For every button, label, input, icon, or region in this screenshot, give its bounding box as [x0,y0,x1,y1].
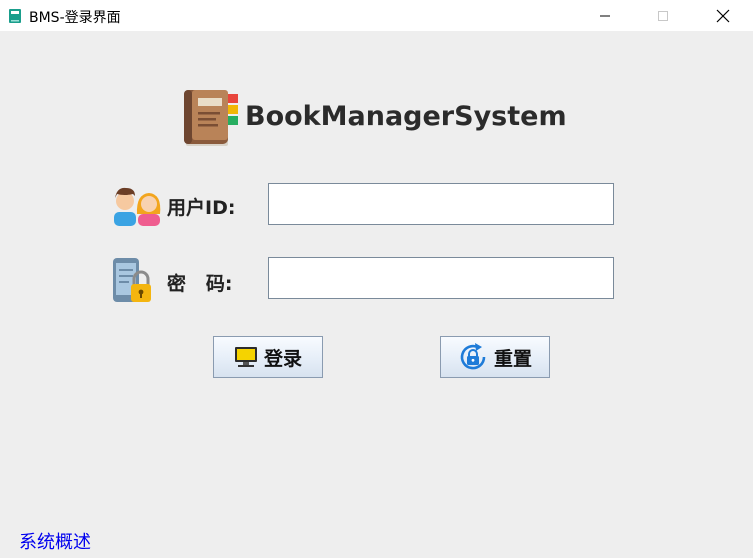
user-id-input[interactable] [268,183,614,225]
app-name-title: BookManagerSystem [245,101,567,132]
book-logo-icon [184,90,238,146]
maximize-icon [658,10,668,21]
users-icon [114,187,161,226]
reset-button[interactable]: 重置 [440,336,550,378]
window-title: BMS-登录界面 [29,10,121,26]
close-icon [716,9,730,22]
minimize-icon [600,15,610,16]
title-bar: BMS-登录界面 [0,0,753,31]
book-app-icon [9,9,21,23]
login-button-label: 登录 [263,347,302,370]
password-label: 密 码: [167,273,233,295]
login-button[interactable]: 登录 [213,336,323,378]
maximize-button[interactable] [634,0,692,31]
user-id-label: 用户ID: [167,197,236,219]
system-overview-link[interactable]: 系统概述 [19,528,91,554]
refresh-lock-icon [460,343,486,370]
monitor-icon [234,347,257,367]
minimize-button[interactable] [576,0,634,31]
password-input[interactable] [268,257,614,299]
reset-button-label: 重置 [493,347,532,370]
close-button[interactable] [694,0,752,31]
phone-lock-icon [113,258,151,302]
